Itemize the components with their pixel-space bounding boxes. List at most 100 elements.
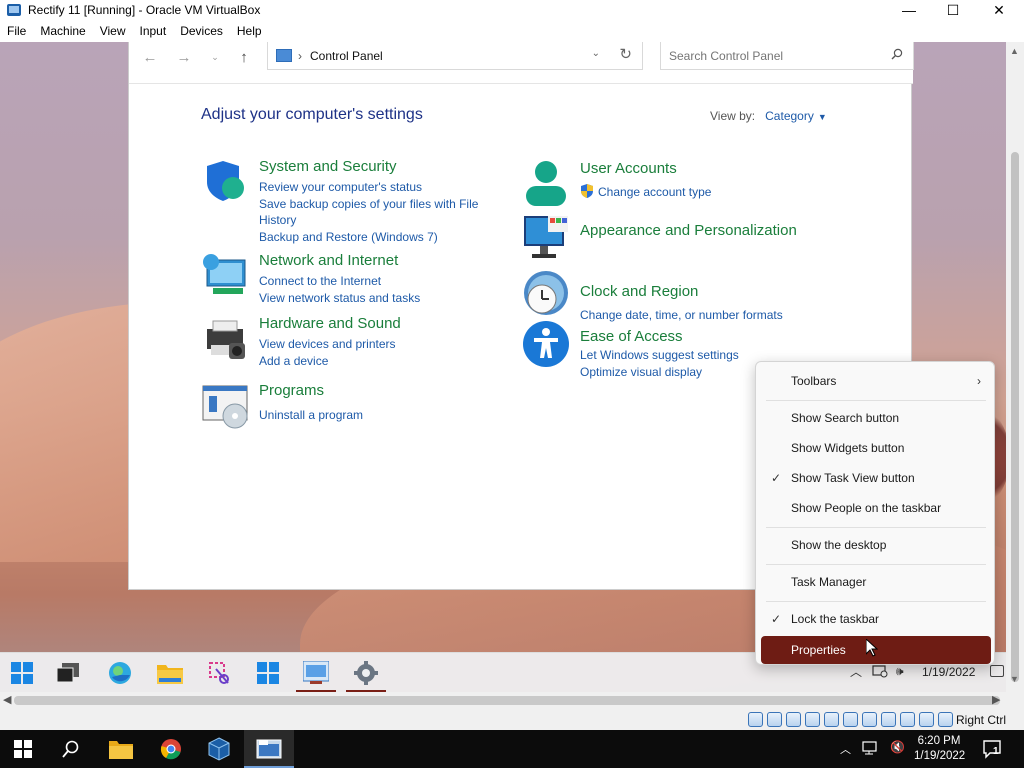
horizontal-scrollbar[interactable]: ◀ ▶ [0, 692, 1006, 709]
windows-start-icon[interactable] [8, 659, 36, 687]
link-uninstall-program[interactable]: Uninstall a program [259, 407, 363, 423]
network-adapter-icon[interactable] [805, 712, 820, 727]
menu-view[interactable]: View [93, 20, 133, 42]
shared-folders-icon[interactable] [843, 712, 858, 727]
scroll-left-icon[interactable]: ◀ [3, 693, 11, 706]
maximize-button[interactable]: ☐ [930, 0, 976, 20]
link-backup-restore[interactable]: Backup and Restore (Windows 7) [259, 229, 438, 245]
menu-item-show-people[interactable]: Show People on the taskbar [761, 494, 991, 522]
audio-icon[interactable] [786, 712, 801, 727]
mouse-cursor-icon [866, 639, 878, 657]
category-title[interactable]: User Accounts [580, 160, 677, 177]
category-title[interactable]: Appearance and Personalization [580, 222, 797, 239]
menu-devices[interactable]: Devices [173, 20, 230, 42]
link-save-backup[interactable]: Save backup copies of your files with Fi… [259, 196, 478, 212]
snipping-tool-icon[interactable] [206, 659, 234, 687]
menu-file[interactable]: File [0, 20, 33, 42]
tray-chevron-up-icon[interactable]: ︿ [840, 741, 851, 757]
guest-taskbar-date[interactable]: 1/19/2022 [922, 665, 975, 679]
category-title[interactable]: Ease of Access [580, 328, 683, 345]
category-title[interactable]: Programs [259, 382, 324, 399]
search-input[interactable] [669, 48, 869, 63]
virtualbox-icon[interactable] [204, 735, 234, 763]
menu-separator [766, 601, 986, 602]
usb-icon[interactable] [824, 712, 839, 727]
link-add-device[interactable]: Add a device [259, 353, 328, 369]
windows-icon[interactable] [254, 659, 282, 687]
category-title[interactable]: Clock and Region [580, 283, 698, 300]
start-icon[interactable] [8, 735, 38, 763]
chrome-icon[interactable] [156, 735, 186, 763]
caret-down-icon[interactable]: ▼ [818, 112, 827, 122]
recording-icon[interactable] [881, 712, 896, 727]
category-title[interactable]: System and Security [259, 158, 397, 175]
category-title[interactable]: Hardware and Sound [259, 315, 401, 332]
mouse-integration-icon[interactable] [919, 712, 934, 727]
link-review-status[interactable]: Review your computer's status [259, 179, 422, 195]
file-explorer-icon[interactable] [156, 659, 184, 687]
volume-muted-icon[interactable]: 🔇 [890, 740, 905, 754]
menu-item-show-widgets[interactable]: Show Widgets button [761, 434, 991, 462]
minimize-button[interactable]: — [886, 0, 932, 20]
category-title[interactable]: Network and Internet [259, 252, 398, 269]
task-view-icon[interactable] [54, 659, 82, 687]
back-arrow-icon[interactable]: ← [139, 46, 161, 68]
tray-chevron-up-icon[interactable]: ︿ [850, 663, 862, 680]
link-devices-printers[interactable]: View devices and printers [259, 336, 396, 352]
display-icon[interactable] [862, 712, 877, 727]
menu-item-show-search[interactable]: Show Search button [761, 404, 991, 432]
host-clock[interactable]: 6:20 PM 1/19/2022 [914, 734, 965, 764]
virtualbox-vm-icon[interactable] [254, 735, 284, 763]
link-connect-internet[interactable]: Connect to the Internet [259, 273, 381, 289]
recent-dropdown-icon[interactable]: ⌄ [204, 46, 226, 68]
forward-arrow-icon[interactable]: → [173, 46, 195, 68]
file-explorer-icon[interactable] [106, 735, 136, 763]
close-button[interactable]: ✕ [976, 0, 1022, 20]
settings-icon[interactable] [352, 659, 380, 687]
breadcrumb-control-panel[interactable]: Control Panel [310, 49, 383, 63]
refresh-icon[interactable]: ↻ [619, 45, 632, 63]
edge-icon[interactable] [106, 659, 134, 687]
menu-item-lock-taskbar[interactable]: ✓ Lock the taskbar [761, 605, 991, 633]
link-save-backup-history[interactable]: History [259, 212, 296, 228]
menu-input[interactable]: Input [133, 20, 174, 42]
hard-disk-icon[interactable] [748, 712, 763, 727]
scrollbar-thumb[interactable] [1011, 152, 1019, 682]
volume-icon[interactable]: 🕪 [896, 664, 904, 679]
scrollbar-thumb[interactable] [14, 696, 1000, 705]
network-tray-icon[interactable] [862, 741, 880, 755]
menu-item-task-manager[interactable]: Task Manager [761, 568, 991, 596]
address-dropdown-icon[interactable]: ⌄ [592, 48, 600, 59]
cpu-icon[interactable] [900, 712, 915, 727]
menu-item-show-desktop[interactable]: Show the desktop [761, 531, 991, 559]
menu-machine[interactable]: Machine [33, 20, 92, 42]
link-windows-suggest[interactable]: Let Windows suggest settings [580, 347, 739, 363]
menu-item-label: Lock the taskbar [791, 612, 880, 626]
clock-icon [524, 271, 568, 315]
link-network-status[interactable]: View network status and tasks [259, 290, 420, 306]
control-panel-icon[interactable] [302, 659, 330, 687]
monitor-icon [524, 216, 568, 258]
notification-icon[interactable] [990, 665, 1004, 677]
menu-item-toolbars[interactable]: Toolbars › [761, 367, 991, 395]
menu-item-show-task-view[interactable]: ✓ Show Task View button [761, 464, 991, 492]
menu-help[interactable]: Help [230, 20, 269, 42]
vertical-scrollbar[interactable]: ▲ ▼ [1006, 42, 1024, 692]
notification-center-icon[interactable] [982, 739, 1002, 759]
up-arrow-icon[interactable]: ↑ [233, 46, 255, 68]
scroll-down-icon[interactable]: ▼ [1010, 674, 1019, 684]
keyboard-capture-icon[interactable] [938, 712, 953, 727]
search-icon[interactable] [891, 48, 903, 60]
search-icon[interactable] [56, 735, 86, 763]
link-change-account-type[interactable]: Change account type [598, 184, 711, 200]
scroll-up-icon[interactable]: ▲ [1010, 46, 1019, 56]
network-tray-icon[interactable] [872, 664, 888, 678]
view-by-category-dropdown[interactable]: Category [765, 109, 814, 123]
uac-shield-icon [581, 184, 593, 198]
optical-drive-icon[interactable] [767, 712, 782, 727]
link-optimize-display[interactable]: Optimize visual display [580, 364, 702, 380]
scroll-right-icon[interactable]: ▶ [992, 693, 1000, 706]
taskbar-context-menu: Toolbars › Show Search button Show Widge… [755, 361, 995, 665]
search-box[interactable] [660, 42, 914, 70]
address-bar[interactable]: › Control Panel ⌄ ↻ [267, 42, 643, 70]
